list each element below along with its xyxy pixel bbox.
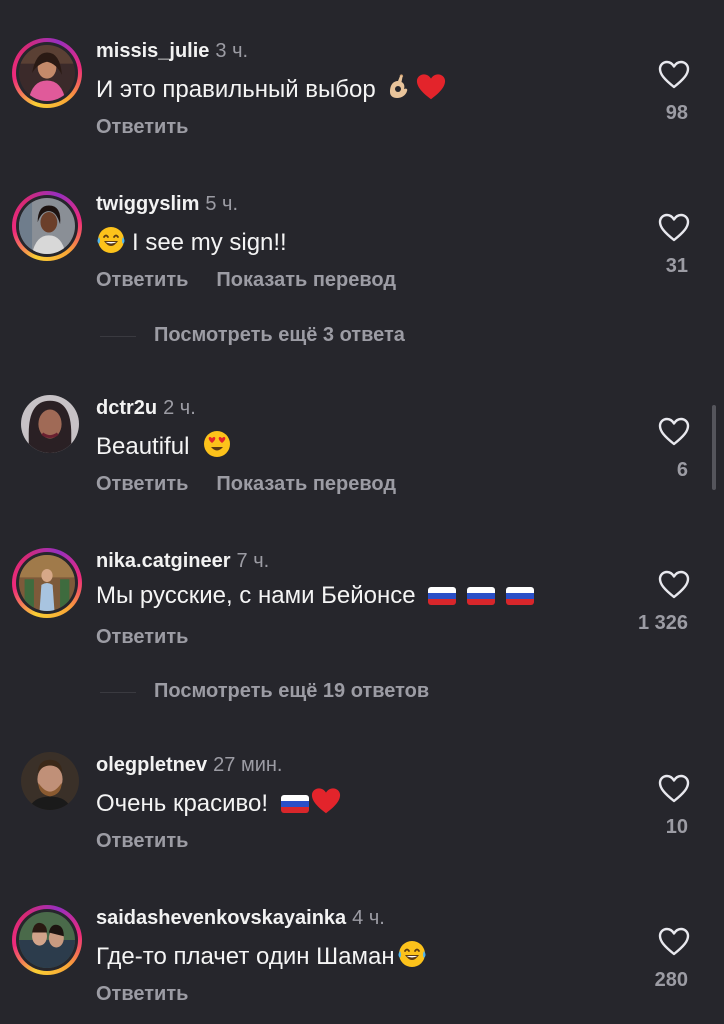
avatar-story-ring[interactable] xyxy=(12,38,82,108)
comment-actions: Ответить xyxy=(96,983,188,1006)
username[interactable]: saidashevenkovskayainka xyxy=(96,907,346,929)
comment-text-body: Beautiful xyxy=(96,433,190,460)
heart-outline-icon[interactable] xyxy=(658,213,690,243)
comment-header: nika.catgineer 7 ч. xyxy=(96,550,269,573)
russia-flag-emoji-icon xyxy=(506,587,534,605)
comment-actions: Ответить xyxy=(96,830,188,853)
heart-outline-icon[interactable] xyxy=(658,927,690,957)
username[interactable]: dctr2u xyxy=(96,397,157,419)
comments-list: missis_julie 3 ч. И это правильный выбор … xyxy=(0,0,724,1024)
like-count: 10 xyxy=(665,816,688,838)
like-count: 1 326 xyxy=(637,612,688,634)
view-more-replies-label[interactable]: Посмотреть ещё 19 ответов xyxy=(154,680,429,703)
avatar xyxy=(19,912,75,968)
comment-text: И это правильный выбор xyxy=(96,72,446,104)
russia-flag-emoji-icon xyxy=(428,587,456,605)
heart-eyes-emoji-icon xyxy=(202,429,232,459)
avatar xyxy=(19,555,75,611)
ok-hand-emoji-icon xyxy=(384,72,414,102)
heart-outline-icon[interactable] xyxy=(658,570,690,600)
comment-time: 7 ч. xyxy=(236,550,270,572)
russia-flag-emoji-icon xyxy=(467,587,495,605)
comment-time: 4 ч. xyxy=(352,907,385,929)
comment-header: dctr2u 2 ч. xyxy=(96,397,196,420)
heart-outline-icon[interactable] xyxy=(658,774,690,804)
heart-outline-icon[interactable] xyxy=(658,60,690,90)
comment-text: Очень красиво! xyxy=(96,786,341,818)
username[interactable]: olegpletnev xyxy=(96,754,207,776)
tears-of-joy-emoji-icon xyxy=(397,939,427,969)
like-count: 6 xyxy=(676,459,688,481)
comment-text: Мы русские, с нами Бейонсе xyxy=(96,582,534,610)
avatar-story-ring[interactable] xyxy=(12,905,82,975)
comment-text-body: Где-то плачет один Шаман xyxy=(96,943,395,970)
avatar-image xyxy=(21,395,79,453)
divider-line xyxy=(100,692,136,693)
avatar xyxy=(19,45,75,101)
like-count: 31 xyxy=(665,255,688,277)
comment-actions: Ответить Показать перевод xyxy=(96,269,396,292)
avatar[interactable] xyxy=(21,752,79,810)
scrollbar[interactable] xyxy=(712,405,716,490)
comment-time: 3 ч. xyxy=(215,40,249,62)
comment-text-body: И это правильный выбор xyxy=(96,76,376,103)
username[interactable]: missis_julie xyxy=(96,40,209,62)
reply-button[interactable]: Ответить xyxy=(96,269,188,291)
comment-time: 2 ч. xyxy=(163,397,196,419)
comment-text: I see my sign!! xyxy=(96,225,287,257)
view-more-replies-label[interactable]: Посмотреть ещё 3 ответа xyxy=(154,324,405,347)
avatar-story-ring[interactable] xyxy=(12,191,82,261)
reply-button[interactable]: Ответить xyxy=(96,473,188,495)
comment-actions: Ответить xyxy=(96,116,188,139)
comment-text-body: Мы русские, с нами Бейонсе xyxy=(96,582,416,609)
divider-line xyxy=(100,336,136,337)
comment-text: Beautiful xyxy=(96,429,232,461)
comment-text: Где-то плачет один Шаман xyxy=(96,939,427,971)
comment-actions: Ответить Показать перевод xyxy=(96,473,396,496)
show-translation-button[interactable]: Показать перевод xyxy=(216,269,396,291)
avatar-image xyxy=(21,752,79,810)
comment-actions: Ответить xyxy=(96,626,188,649)
red-heart-emoji-icon xyxy=(311,786,341,816)
username[interactable]: twiggyslim xyxy=(96,193,199,215)
comment-header: saidashevenkovskayainka 4 ч. xyxy=(96,907,385,930)
comment-header: twiggyslim 5 ч. xyxy=(96,193,238,216)
avatar xyxy=(19,198,75,254)
username[interactable]: nika.catgineer xyxy=(96,550,231,572)
reply-button[interactable]: Ответить xyxy=(96,116,188,138)
tears-of-joy-emoji-icon xyxy=(96,225,126,255)
reply-button[interactable]: Ответить xyxy=(96,830,188,852)
reply-button[interactable]: Ответить xyxy=(96,983,188,1005)
avatar-story-ring[interactable] xyxy=(12,548,82,618)
comment-time: 5 ч. xyxy=(205,193,239,215)
comment-header: missis_julie 3 ч. xyxy=(96,40,248,63)
comment-time: 27 мин. xyxy=(213,754,283,776)
reply-button[interactable]: Ответить xyxy=(96,626,188,648)
red-heart-emoji-icon xyxy=(416,72,446,102)
russia-flag-emoji-icon xyxy=(281,795,309,813)
comment-header: olegpletnev 27 мин. xyxy=(96,754,282,777)
show-translation-button[interactable]: Показать перевод xyxy=(216,473,396,495)
like-count: 280 xyxy=(654,969,688,991)
heart-outline-icon[interactable] xyxy=(658,417,690,447)
comment-text-body: Очень красиво! xyxy=(96,790,269,817)
comment-text-body: I see my sign!! xyxy=(132,229,287,256)
avatar[interactable] xyxy=(21,395,79,453)
like-count: 98 xyxy=(665,102,688,124)
